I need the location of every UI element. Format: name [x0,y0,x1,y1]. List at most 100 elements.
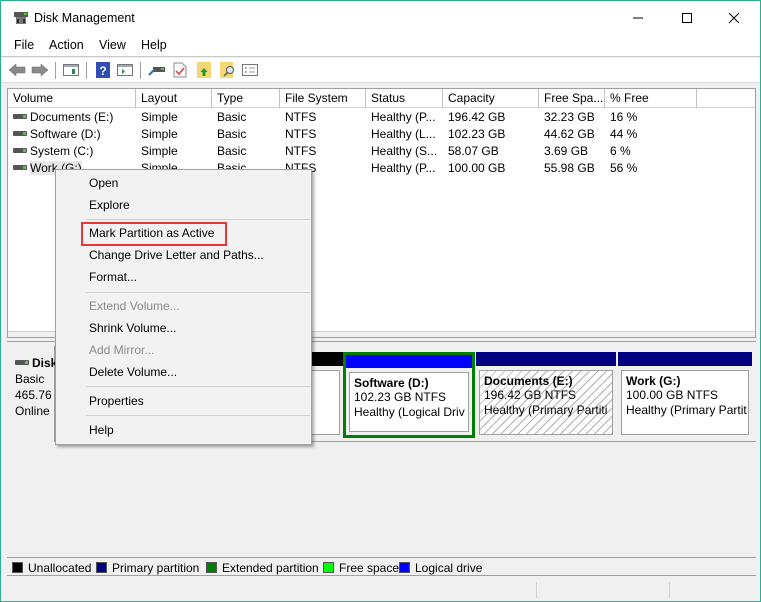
folder-search-button[interactable] [219,61,237,79]
close-button[interactable] [711,1,757,35]
column-header-volume[interactable]: Volume [8,89,136,108]
show-hide-action-pane-button[interactable] [116,61,134,79]
cell-status: Healthy (S... [371,144,438,158]
cell-percent-free: 6 % [610,144,631,158]
back-button[interactable] [8,61,26,79]
menu-item-properties[interactable]: Properties [59,390,308,412]
toolbar-separator [86,62,87,79]
context-menu: Open Explore Mark Partition as Active Ch… [55,169,312,445]
menu-file[interactable]: File [14,38,34,52]
back-icon [8,63,26,77]
cell-percent-free: 16 % [610,110,638,124]
disk-state: Online [15,404,50,418]
menu-item-change-drive-letter[interactable]: Change Drive Letter and Paths... [59,244,308,266]
cell-layout: Simple [141,127,178,141]
minimize-button[interactable] [615,1,661,35]
partition-body: Documents (E:) 196.42 GB NTFS Healthy (P… [479,370,613,435]
legend-unallocated: Unallocated [12,560,91,575]
forward-button[interactable] [31,61,49,79]
maximize-icon [682,13,692,23]
legend-swatch [12,562,23,573]
table-row[interactable]: Software (D:) Simple Basic NTFS Healthy … [8,126,748,143]
toolbar-separator [55,62,56,79]
folder-up-button[interactable] [195,61,213,79]
volume-list-header: Volume Layout Type File System Status Ca… [8,89,755,108]
menu-item-format[interactable]: Format... [59,266,308,288]
cell-type: Basic [217,110,247,124]
drive-icon [13,131,27,137]
cell-file-system: NTFS [285,127,317,141]
menu-item-explore[interactable]: Explore [59,194,308,216]
cell-status: Healthy (P... [371,110,436,124]
cell-layout: Simple [141,110,178,124]
title-bar: Disk Management [1,1,760,35]
cell-capacity: 58.07 GB [448,144,499,158]
menu-item-delete-volume[interactable]: Delete Volume... [59,361,308,383]
disk-info-label[interactable]: Disk Basic 465.76 Online [7,346,57,442]
cell-volume: System (C:) [8,143,136,160]
legend-primary-partition: Primary partition [96,560,199,575]
toolbar-separator [140,62,141,79]
partition-status: Healthy (Primary Partiti [484,403,608,417]
disk-type: Basic [15,372,45,386]
svg-text:?: ? [99,64,106,78]
connect-virtual-disk-button[interactable] [148,61,166,79]
folder-search-icon [220,62,234,78]
column-header-empty [697,89,755,108]
cell-free-space: 44.62 GB [544,127,595,141]
column-header-free-space[interactable]: Free Spa... [539,89,605,108]
partition-size: 100.00 GB NTFS [626,388,719,402]
cell-status: Healthy (L... [371,127,436,141]
menu-separator [86,219,310,220]
partition-size: 102.23 GB NTFS [354,390,447,404]
partition-software-d[interactable]: Software (D:) 102.23 GB NTFS Healthy (Lo… [343,352,475,438]
menu-item-open[interactable]: Open [59,172,308,194]
legend-swatch [206,562,217,573]
column-header-type[interactable]: Type [212,89,280,108]
drive-icon [13,148,27,154]
table-row[interactable]: System (C:) Simple Basic NTFS Healthy (S… [8,143,748,160]
menu-view[interactable]: View [99,38,126,52]
help-icon: ? [96,62,110,78]
show-hide-console-tree-button[interactable] [62,61,80,79]
partition-bar-primary [476,352,616,366]
properties-list-button[interactable] [241,61,259,79]
legend-free-space: Free space [323,560,399,575]
disk-management-window: Disk Management File Action View Help ? [0,0,761,602]
menu-item-help[interactable]: Help [59,419,308,441]
legend-swatch [399,562,410,573]
cell-file-system: NTFS [285,144,317,158]
partition-name: Documents (E:) [484,374,573,388]
column-header-percent-free[interactable]: % Free [605,89,697,108]
column-header-capacity[interactable]: Capacity [443,89,539,108]
checklist-button[interactable] [171,61,189,79]
drive-icon [13,165,27,171]
cell-type: Basic [217,127,247,141]
highlight-annotation-box [81,222,227,246]
disk-management-app-icon [14,12,28,24]
help-button[interactable]: ? [94,61,112,79]
status-separator [536,582,537,598]
menu-action[interactable]: Action [49,38,84,52]
cell-capacity: 102.23 GB [448,127,506,141]
cell-free-space: 32.23 GB [544,110,595,124]
menu-item-shrink-volume[interactable]: Shrink Volume... [59,317,308,339]
column-header-status[interactable]: Status [366,89,443,108]
maximize-button[interactable] [664,1,710,35]
folder-up-icon [197,62,211,78]
cell-percent-free: 56 % [610,161,638,175]
toolbar: ? [1,58,760,83]
column-header-layout[interactable]: Layout [136,89,212,108]
table-row[interactable]: Documents (E:) Simple Basic NTFS Healthy… [8,109,748,126]
disk-icon [15,360,29,366]
status-bar [1,579,760,601]
partition-documents-e[interactable]: Documents (E:) 196.42 GB NTFS Healthy (P… [476,352,616,438]
partition-work-g[interactable]: Work (G:) 100.00 GB NTFS Healthy (Primar… [618,352,752,438]
menu-help[interactable]: Help [141,38,167,52]
column-header-file-system[interactable]: File System [280,89,366,108]
cell-percent-free: 44 % [610,127,638,141]
cell-type: Basic [217,144,247,158]
menu-item-add-mirror: Add Mirror... [89,343,155,357]
legend-swatch [323,562,334,573]
legend: Unallocated Primary partition Extended p… [7,557,756,576]
